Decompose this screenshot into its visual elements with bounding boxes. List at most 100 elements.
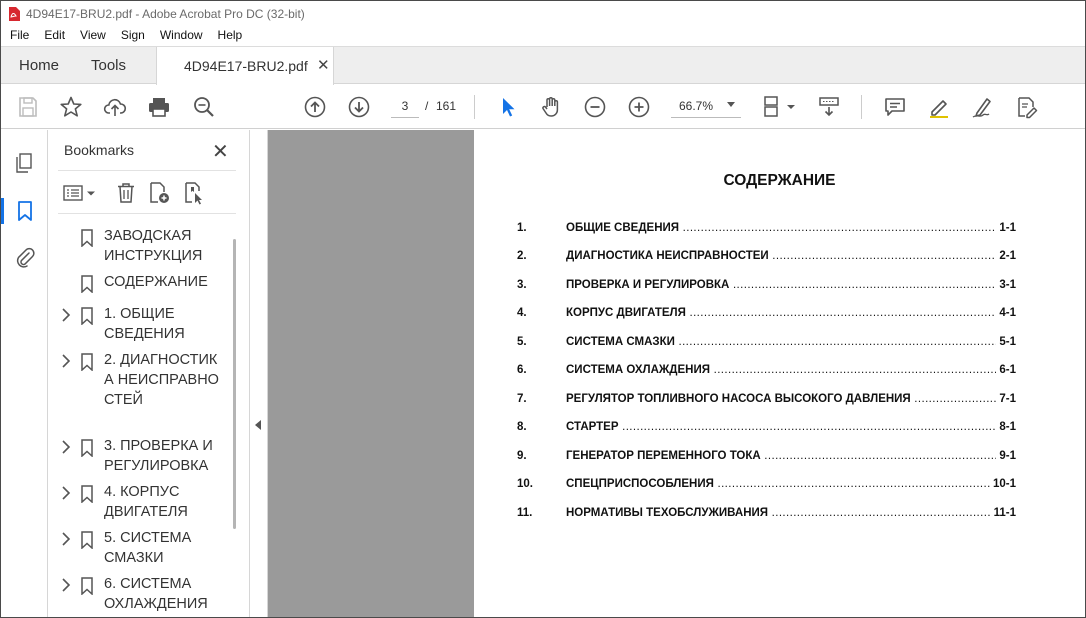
close-panel-icon[interactable]: ✕ (212, 139, 229, 164)
toc-page-ref: 4-1 (996, 307, 1016, 319)
zoom-in-icon[interactable] (626, 94, 652, 120)
tab-home[interactable]: Home (19, 57, 59, 74)
toc-title: НОРМАТИВЫ ТЕХОБСЛУЖИВАНИЯ (566, 507, 1016, 519)
tab-document-label: 4D94E17-BRU2.pdf (184, 58, 308, 74)
bookmark-icon (81, 275, 93, 293)
bookmarks-panel: Bookmarks ✕ ЗАВОДСКАЯ ИНСТРУКЦИЯ СОДЕРЖА… (48, 130, 250, 617)
chevron-right-icon[interactable] (60, 486, 72, 500)
toc-title: КОРПУС ДВИГАТЕЛЯ (566, 307, 1016, 319)
toc-entry[interactable]: 2. ДИАГНОСТИКА НЕИСПРАВНОСТЕЙ 2-1 (517, 250, 1016, 264)
toc-entry[interactable]: 9. ГЕНЕРАТОР ПЕРЕМЕННОГО ТОКА 9-1 (517, 450, 1016, 464)
page-number-input[interactable] (391, 94, 419, 118)
next-page-icon[interactable] (346, 94, 372, 120)
tab-document[interactable]: 4D94E17-BRU2.pdf ✕ (156, 47, 334, 85)
scroll-mode-icon[interactable] (816, 94, 842, 120)
active-indicator (1, 198, 4, 224)
toc-entry[interactable]: 8. СТАРТЕР 8-1 (517, 421, 1016, 435)
toc-page-ref: 1-1 (996, 222, 1016, 234)
toc-entry[interactable]: 3. ПРОВЕРКА И РЕГУЛИРОВКА 3-1 (517, 279, 1016, 293)
zoom-level-value: 66.7% (679, 99, 714, 113)
menu-file[interactable]: File (1, 28, 36, 42)
panel-collapse-handle[interactable] (250, 130, 268, 617)
toc-entry[interactable]: 4. КОРПУС ДВИГАТЕЛЯ 4-1 (517, 307, 1016, 321)
page-total: 161 (436, 99, 457, 113)
toc-title: ОБЩИЕ СВЕДЕНИЯ (566, 222, 1016, 234)
toc-entry[interactable]: 7. РЕГУЛЯТОР ТОПЛИВНОГО НАСОСА ВЫСОКОГО … (517, 393, 1016, 407)
chevron-right-icon[interactable] (60, 308, 72, 322)
toc-entry[interactable]: 6. СИСТЕМА ОХЛАЖДЕНИЯ 6-1 (517, 364, 1016, 378)
pdf-page: СОДЕРЖАНИЕ 1. ОБЩИЕ СВЕДЕНИЯ 1-1 2. ДИАГ… (474, 130, 1085, 617)
select-cursor-icon[interactable] (495, 94, 521, 120)
bookmark-icon (81, 229, 93, 247)
menu-view[interactable]: View (72, 28, 113, 42)
menu-sign[interactable]: Sign (113, 28, 152, 42)
edit-pdf-icon[interactable] (1014, 94, 1040, 120)
comment-icon[interactable] (882, 94, 908, 120)
delete-icon[interactable] (114, 181, 138, 205)
previous-page-icon[interactable] (302, 94, 328, 120)
toc-number: 3. (517, 279, 527, 291)
bookmark-panel-icon[interactable] (14, 200, 36, 222)
bookmark-icon (81, 439, 93, 457)
print-icon[interactable] (146, 94, 172, 120)
bookmark-label: 5. СИСТЕМА СМАЗКИ (104, 530, 192, 566)
bookmarks-scrollbar[interactable] (233, 239, 236, 529)
find-bookmark-icon[interactable] (182, 181, 206, 205)
bookmark-label: 1. ОБЩИЕ СВЕДЕНИЯ (104, 306, 185, 342)
toc-page-ref: 2-1 (996, 250, 1016, 262)
bookmark-label: 3. ПРОВЕРКА И РЕГУЛИРОВКА (104, 438, 213, 474)
tab-tools[interactable]: Tools (91, 57, 126, 74)
attachments-icon[interactable] (14, 246, 36, 268)
toc-title: ГЕНЕРАТОР ПЕРЕМЕННОГО ТОКА (566, 450, 1016, 462)
toc-entry[interactable]: 1. ОБЩИЕ СВЕДЕНИЯ 1-1 (517, 222, 1016, 236)
menu-help[interactable]: Help (210, 28, 250, 42)
toc-page-ref: 7-1 (996, 393, 1016, 405)
title-bar: 4D94E17-BRU2.pdf - Adobe Acrobat Pro DC … (1, 1, 1085, 27)
chevron-right-icon[interactable] (60, 354, 72, 368)
toc-number: 5. (517, 336, 527, 348)
bookmark-icon (81, 531, 93, 549)
bookmarks-title: Bookmarks (64, 142, 135, 158)
chevron-right-icon[interactable] (60, 532, 72, 546)
toc-number: 2. (517, 250, 527, 262)
toc-entry[interactable]: 10. СПЕЦПРИСПОСОБЛЕНИЯ 10-1 (517, 478, 1016, 492)
toc-number: 9. (517, 450, 527, 462)
close-tab-icon[interactable]: ✕ (317, 56, 330, 74)
chevron-right-icon[interactable] (60, 440, 72, 454)
zoom-search-icon[interactable] (191, 94, 217, 120)
toc-entry[interactable]: 11. НОРМАТИВЫ ТЕХОБСЛУЖИВАНИЯ 11-1 (517, 507, 1016, 521)
bookmark-icon (81, 307, 93, 325)
save-icon[interactable] (15, 94, 41, 120)
options-menu-icon[interactable] (62, 181, 98, 205)
star-icon[interactable] (58, 94, 84, 120)
toc-page-ref: 6-1 (996, 364, 1016, 376)
zoom-out-icon[interactable] (582, 94, 608, 120)
chevron-right-icon[interactable] (60, 578, 72, 592)
bookmark-label: СОДЕРЖАНИЕ (104, 274, 208, 290)
toc-title: СПЕЦПРИСПОСОБЛЕНИЯ (566, 478, 1016, 490)
page-thumbnails-icon[interactable] (14, 152, 36, 174)
chevron-left-icon (255, 420, 261, 430)
fill-sign-icon[interactable] (970, 94, 996, 120)
toc-page-ref: 11-1 (990, 507, 1016, 519)
menu-edit[interactable]: Edit (36, 28, 72, 42)
bookmark-label: 6. СИСТЕМА ОХЛАЖДЕНИЯ (104, 576, 208, 612)
page-fit-icon[interactable] (761, 94, 799, 120)
toc-number: 6. (517, 364, 527, 376)
toc-number: 11. (517, 507, 533, 519)
new-bookmark-icon[interactable] (147, 181, 171, 205)
menu-window[interactable]: Window (152, 28, 210, 42)
highlight-pen-icon[interactable] (926, 94, 952, 120)
hand-tool-icon[interactable] (538, 94, 564, 120)
bookmarks-toolbar (58, 170, 236, 214)
zoom-level-dropdown[interactable]: 66.7% (671, 94, 741, 118)
document-canvas[interactable]: СОДЕРЖАНИЕ 1. ОБЩИЕ СВЕДЕНИЯ 1-1 2. ДИАГ… (268, 130, 1085, 617)
toc-title: ПРОВЕРКА И РЕГУЛИРОВКА (566, 279, 1016, 291)
bookmark-label: ЗАВОДСКАЯ ИНСТРУКЦИЯ (104, 228, 203, 264)
toc-entry[interactable]: 5. СИСТЕМА СМАЗКИ 5-1 (517, 336, 1016, 350)
toc-page-ref: 10-1 (989, 478, 1016, 490)
toc-heading: СОДЕРЖАНИЕ (723, 172, 836, 189)
cloud-upload-icon[interactable] (102, 94, 128, 120)
toc-page-ref: 3-1 (996, 279, 1016, 291)
tab-bar: Home Tools 4D94E17-BRU2.pdf ✕ (1, 46, 1085, 85)
